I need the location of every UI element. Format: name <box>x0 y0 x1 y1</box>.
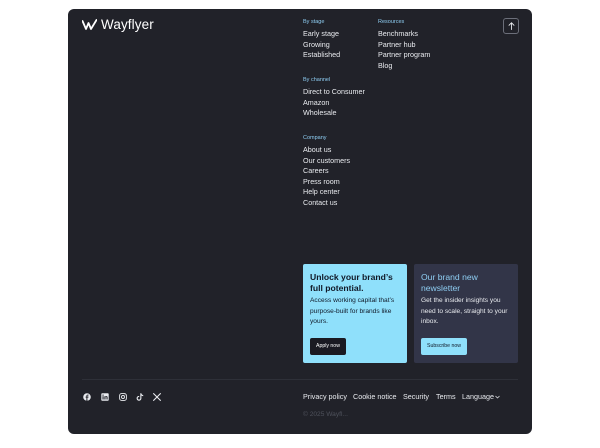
terms-link[interactable]: Terms <box>436 392 456 402</box>
nav-link-contact-us[interactable]: Contact us <box>303 198 350 209</box>
instagram-icon[interactable] <box>119 393 127 401</box>
instagram-glyph-icon <box>119 393 127 401</box>
nav-link-benchmarks[interactable]: Benchmarks <box>378 29 430 40</box>
nav-heading-company: Company <box>303 135 327 141</box>
newsletter-card: Our brand new newsletter Get the insider… <box>414 264 518 363</box>
newsletter-card-text: Get the insider insights you need to sca… <box>421 297 508 325</box>
linkedin-icon[interactable] <box>101 393 109 401</box>
arrow-up-icon <box>508 22 514 30</box>
nav-link-help-center[interactable]: Help center <box>303 187 350 198</box>
nav-group-by-stage: By stage Early stage Growing Established <box>303 19 340 61</box>
nav-link-partner-program[interactable]: Partner program <box>378 50 430 61</box>
wayflyer-logo-icon <box>82 19 97 30</box>
nav-link-wholesale[interactable]: Wholesale <box>303 108 365 119</box>
nav-heading-by-channel: By channel <box>303 77 331 83</box>
site-footer: Wayflyer By stage Early stage Growing Es… <box>68 9 532 434</box>
nav-link-blog[interactable]: Blog <box>378 61 430 72</box>
nav-group-resources: Resources Benchmarks Partner hub Partner… <box>378 19 430 71</box>
apply-now-button[interactable]: Apply now <box>310 338 346 355</box>
nav-heading-resources: Resources <box>378 19 405 25</box>
chevron-down-icon <box>495 395 500 399</box>
cookie-notice-link[interactable]: Cookie notice <box>353 392 397 402</box>
nav-link-press-room[interactable]: Press room <box>303 177 350 188</box>
newsletter-card-title: Our brand new newsletter <box>421 272 478 293</box>
nav-link-careers[interactable]: Careers <box>303 166 350 177</box>
nav-heading-by-stage: By stage <box>303 19 325 25</box>
x-glyph-icon <box>153 393 161 401</box>
facebook-icon[interactable] <box>83 393 91 401</box>
nav-link-partner-hub[interactable]: Partner hub <box>378 40 430 51</box>
apply-card-text: Access working capital that’s purpose-bu… <box>310 297 395 325</box>
language-selector[interactable]: Language <box>462 392 500 402</box>
nav-link-established[interactable]: Established <box>303 50 340 61</box>
logo-text: Wayflyer <box>101 17 154 32</box>
language-label: Language <box>462 392 494 401</box>
nav-link-our-customers[interactable]: Our customers <box>303 156 350 167</box>
linkedin-glyph-icon <box>101 393 109 401</box>
nav-link-about-us[interactable]: About us <box>303 145 350 156</box>
subscribe-now-button[interactable]: Subscribe now <box>421 338 468 355</box>
tiktok-icon[interactable] <box>136 393 144 401</box>
nav-link-early-stage[interactable]: Early stage <box>303 29 340 40</box>
nav-link-growing[interactable]: Growing <box>303 40 340 51</box>
tiktok-glyph-icon <box>136 393 144 401</box>
footer-divider <box>82 379 518 380</box>
wayflyer-logo[interactable]: Wayflyer <box>82 17 154 32</box>
nav-link-direct-to-consumer[interactable]: Direct to Consumer <box>303 87 365 98</box>
nav-group-by-channel: By channel Direct to Consumer Amazon Who… <box>303 77 365 119</box>
facebook-glyph-icon <box>83 393 91 401</box>
nav-group-company: Company About us Our customers Careers P… <box>303 135 350 208</box>
security-link[interactable]: Security <box>403 392 429 402</box>
copyright-text: © 2025 Wayfl... <box>303 411 348 418</box>
privacy-policy-link[interactable]: Privacy policy <box>303 392 347 402</box>
x-icon[interactable] <box>153 393 161 401</box>
nav-link-amazon[interactable]: Amazon <box>303 98 365 109</box>
back-to-top-button[interactable] <box>503 18 519 34</box>
apply-card-title: Unlock your brand’s full potential. <box>310 272 393 293</box>
apply-card: Unlock your brand’s full potential. Acce… <box>303 264 407 363</box>
